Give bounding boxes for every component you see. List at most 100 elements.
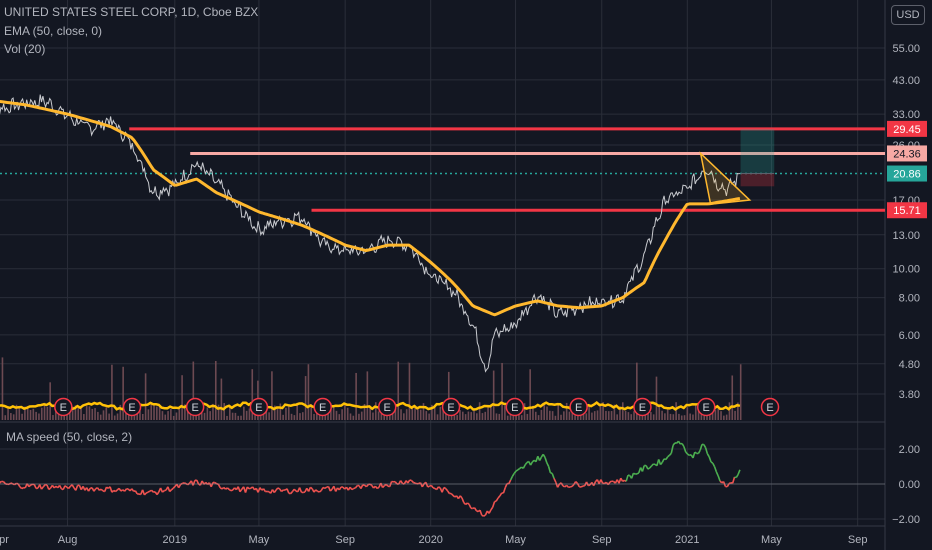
earnings-marker[interactable]: E bbox=[313, 397, 332, 417]
ma-speed-segment bbox=[575, 481, 579, 484]
ma-speed-segment bbox=[466, 502, 470, 506]
target-zone[interactable] bbox=[740, 128, 775, 174]
earnings-marker[interactable]: E bbox=[760, 397, 780, 417]
volume-bar bbox=[144, 373, 147, 420]
volume-bar bbox=[481, 413, 484, 420]
currency-button[interactable]: USD bbox=[891, 5, 925, 25]
volume-bar bbox=[456, 415, 458, 420]
ma-speed-segment bbox=[661, 458, 665, 463]
volume-bar bbox=[46, 406, 49, 420]
volume-bar bbox=[484, 411, 487, 420]
volume-legend[interactable]: Vol (20) bbox=[4, 42, 45, 56]
volume-bar bbox=[675, 402, 677, 420]
long-position-tool[interactable] bbox=[740, 128, 775, 187]
earnings-marker[interactable]: E bbox=[441, 397, 461, 417]
ma-speed-segment bbox=[399, 480, 404, 484]
ma-speed-segment bbox=[609, 480, 613, 483]
volume-bar bbox=[158, 406, 161, 420]
ma-speed-segment bbox=[210, 482, 214, 488]
earnings-marker[interactable]: E bbox=[54, 397, 73, 417]
volume-bar bbox=[237, 415, 240, 420]
earnings-letter: E bbox=[255, 402, 262, 414]
volume-bar bbox=[627, 412, 630, 420]
earnings-marker[interactable]: E bbox=[377, 397, 397, 417]
ma-speed-segment bbox=[64, 485, 68, 488]
ma-speed-segment bbox=[706, 453, 710, 458]
time-tick-label: Sep bbox=[335, 534, 355, 546]
ma-speed-segment bbox=[633, 472, 636, 475]
volume-bar bbox=[498, 413, 501, 420]
ma-speed-segment bbox=[524, 461, 528, 466]
ma-speed-segment bbox=[262, 488, 266, 493]
ma-speed-segment bbox=[511, 472, 515, 477]
ma-speed-segment bbox=[546, 462, 550, 467]
symbol-legend[interactable]: UNITED STATES STEEL CORP, 1D, Cboe BZX bbox=[4, 5, 258, 19]
ma-speed-segment bbox=[580, 485, 584, 488]
earnings-marker[interactable]: E bbox=[249, 397, 269, 417]
ma-speed-segment bbox=[413, 481, 416, 484]
ma-speed-segment bbox=[672, 442, 676, 446]
volume-bar bbox=[164, 414, 167, 420]
earnings-marker[interactable]: E bbox=[569, 397, 588, 417]
earnings-marker[interactable]: E bbox=[505, 397, 525, 417]
ma-speed-segment bbox=[298, 487, 303, 493]
volume-bar bbox=[400, 409, 402, 420]
earnings-letter: E bbox=[191, 402, 198, 414]
ma-speed-segment bbox=[42, 484, 46, 488]
ma-speed-segment bbox=[374, 485, 378, 489]
ma-speed-segment bbox=[382, 485, 385, 489]
ma-speed-segment bbox=[273, 489, 277, 494]
price-axis[interactable]: 55.0043.0033.0026.0017.0013.0010.008.006… bbox=[892, 43, 920, 526]
volume-bar bbox=[229, 407, 231, 420]
ma-speed-segment bbox=[490, 506, 494, 511]
ema-legend[interactable]: EMA (50, close, 0) bbox=[4, 24, 102, 38]
volume-bar bbox=[661, 410, 663, 420]
ma-speed-segment bbox=[483, 514, 486, 517]
volume-bar bbox=[108, 413, 110, 420]
ma-speed-segment bbox=[636, 472, 640, 475]
earnings-marker[interactable]: E bbox=[696, 397, 716, 417]
volume-bar bbox=[374, 402, 377, 420]
volume-bar bbox=[35, 411, 37, 420]
volume-bar bbox=[181, 375, 183, 420]
volume-bar bbox=[91, 408, 94, 420]
volume-bar bbox=[49, 382, 51, 420]
volume-bar bbox=[419, 409, 422, 420]
ma-speed-segment bbox=[551, 473, 555, 479]
ma-speed-segment bbox=[182, 482, 185, 485]
volume-bar bbox=[372, 412, 374, 420]
volume-bar bbox=[299, 413, 301, 420]
price-tick-label: 43.00 bbox=[892, 75, 920, 87]
volume-bar bbox=[105, 407, 108, 420]
ma-speed-segment bbox=[427, 485, 430, 488]
ma-speed-legend[interactable]: MA speed (50, close, 2) bbox=[6, 430, 132, 444]
ma-speed-segment bbox=[529, 461, 534, 466]
chart-grid bbox=[0, 0, 886, 550]
volume-bar bbox=[433, 407, 436, 420]
volume-bar bbox=[279, 403, 282, 420]
earnings-marker[interactable]: E bbox=[185, 397, 205, 417]
stop-zone[interactable] bbox=[740, 173, 775, 187]
time-axis[interactable]: pr Aug 2019 May Sep 2020 May Sep 2021 May Sep bbox=[0, 534, 867, 546]
earnings-letter: E bbox=[447, 402, 454, 414]
volume-bar bbox=[243, 406, 245, 420]
ma-speed-segment bbox=[446, 490, 451, 494]
ma-speed-segment bbox=[728, 482, 732, 485]
ma-speed-segment bbox=[713, 466, 718, 473]
chart-canvas[interactable]: E E E E E E E E E E E E 55.0043.0033.0026.0017.0013… bbox=[0, 0, 932, 550]
earnings-marker[interactable]: E bbox=[633, 397, 652, 417]
earnings-marker[interactable]: E bbox=[122, 397, 142, 417]
ma-speed-segment bbox=[708, 456, 712, 463]
volume-bar bbox=[29, 409, 32, 420]
ma-speed-segment bbox=[351, 487, 355, 491]
volume-bar bbox=[341, 409, 343, 420]
volume-bar bbox=[167, 411, 169, 420]
volume-bar bbox=[540, 409, 543, 420]
ma-speed-segment bbox=[461, 497, 465, 503]
volume-bar bbox=[731, 375, 734, 420]
volume-bar bbox=[593, 411, 596, 420]
ma-speed-segment bbox=[226, 487, 230, 491]
volume-bar bbox=[113, 415, 116, 420]
volume-bar bbox=[111, 364, 113, 420]
earnings-letter: E bbox=[639, 402, 646, 414]
